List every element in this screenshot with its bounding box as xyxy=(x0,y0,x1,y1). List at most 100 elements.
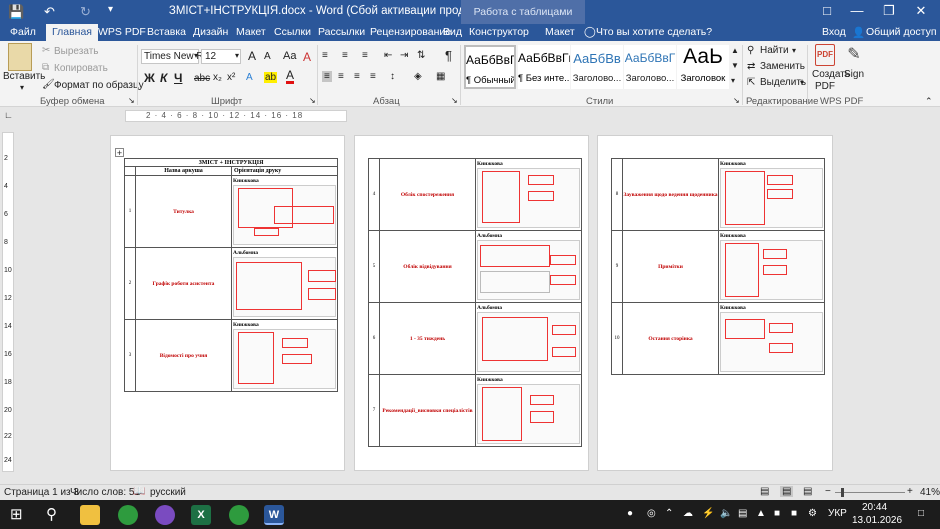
grow-font-icon[interactable]: A xyxy=(248,49,256,63)
tab-wps-pdf[interactable]: WPS PDF xyxy=(98,26,146,38)
word-icon[interactable]: W xyxy=(264,505,284,525)
find-dropdown-icon[interactable]: ▾ xyxy=(792,46,796,55)
replace-button[interactable]: Заменить xyxy=(760,61,805,72)
document-page-2[interactable]: 4 Облік спостереження Книжкова 5 Облік відв… xyxy=(354,135,589,471)
clear-format-icon[interactable]: A xyxy=(303,50,311,64)
superscript-button[interactable]: x² xyxy=(227,72,235,83)
styles-scroll-down-icon[interactable]: ▼ xyxy=(731,61,739,70)
sort-icon[interactable]: ⇅ xyxy=(417,50,425,61)
decrease-indent-icon[interactable]: ⇤ xyxy=(384,50,392,61)
format-painter-button[interactable]: Формат по образцу xyxy=(54,80,144,91)
zoom-slider-thumb[interactable] xyxy=(841,488,844,497)
tray-word-icon[interactable]: ■ xyxy=(791,508,797,519)
style-no-spacing[interactable]: АаБбВвГг, ¶ Без инте... xyxy=(518,45,570,89)
tray-nvidia-icon[interactable]: ▲ xyxy=(756,508,766,519)
network-icon[interactable]: ▤ xyxy=(738,508,747,519)
tab-insert[interactable]: Вставка xyxy=(147,26,186,38)
show-marks-icon[interactable]: ¶ xyxy=(445,48,452,63)
word-count[interactable]: Число слов: 51 xyxy=(70,487,140,498)
minimize-icon[interactable]: — xyxy=(842,3,872,18)
styles-launcher-icon[interactable]: ↘ xyxy=(733,96,740,105)
underline-button[interactable]: Ч xyxy=(174,71,182,85)
page-count[interactable]: Страница 1 из 3 xyxy=(4,487,79,498)
copy-button[interactable]: Копировать xyxy=(54,63,108,74)
tray-power-icon[interactable]: ⚡ xyxy=(702,508,714,519)
collapse-ribbon-icon[interactable]: ⌃ xyxy=(925,96,933,107)
print-layout-icon[interactable]: ▤ xyxy=(780,486,794,497)
create-pdf-icon[interactable]: PDF xyxy=(815,44,835,66)
tab-selector-icon[interactable]: ∟ xyxy=(4,110,13,120)
tab-file[interactable]: Файл xyxy=(10,26,36,38)
windows-start-icon[interactable]: ⊞ xyxy=(10,505,23,523)
style-heading-2[interactable]: АаБбВвГ Заголово... xyxy=(624,45,676,89)
ribbon-display-icon[interactable]: □ xyxy=(812,3,842,18)
style-title[interactable]: АаЬ Заголовок xyxy=(677,45,729,89)
font-color-icon[interactable]: A xyxy=(286,69,295,84)
font-size-dropdown-icon[interactable]: ▾ xyxy=(235,51,239,60)
zoom-out-button[interactable]: − xyxy=(825,486,831,497)
tab-table-design[interactable]: Конструктор xyxy=(469,26,529,38)
read-mode-icon[interactable]: ▤ xyxy=(760,486,769,497)
line-spacing-icon[interactable]: ↕ xyxy=(390,71,395,82)
change-case-icon[interactable]: Aa xyxy=(283,50,296,62)
share-button[interactable]: Общий доступ xyxy=(866,26,937,38)
create-pdf-button[interactable]: Создать PDF xyxy=(812,69,850,93)
paragraph-launcher-icon[interactable]: ↘ xyxy=(451,96,458,105)
tab-design[interactable]: Дизайн xyxy=(193,26,228,38)
cut-icon[interactable]: ✂ xyxy=(42,45,50,56)
viber-icon[interactable] xyxy=(155,505,175,525)
multilevel-list-icon[interactable]: ≡ xyxy=(362,50,368,61)
subscript-button[interactable]: x₂ xyxy=(213,72,222,83)
chrome-profile-icon[interactable] xyxy=(229,505,249,525)
language-indicator[interactable]: русский xyxy=(150,487,186,498)
chrome-icon[interactable] xyxy=(118,505,138,525)
styles-more-icon[interactable]: ▾ xyxy=(731,76,735,85)
zoom-in-button[interactable]: + xyxy=(907,486,913,497)
excel-icon[interactable]: X xyxy=(191,505,211,525)
document-page-3[interactable]: 8 Зауваження щодо ведення щоденника Книжко… xyxy=(597,135,833,471)
volume-icon[interactable]: 🔈 xyxy=(720,508,732,519)
format-painter-icon[interactable]: 🖌 xyxy=(42,79,55,90)
italic-button[interactable]: К xyxy=(160,71,167,85)
strikethrough-button[interactable]: abc xyxy=(194,73,210,84)
bullets-icon[interactable]: ≡ xyxy=(322,50,328,61)
font-launcher-icon[interactable]: ↘ xyxy=(309,96,316,105)
close-icon[interactable]: ✕ xyxy=(906,3,936,19)
show-hidden-icons[interactable]: ⌃ xyxy=(665,508,673,519)
tab-review[interactable]: Рецензирование xyxy=(370,26,451,38)
input-language[interactable]: УКР xyxy=(828,508,847,519)
justify-icon[interactable]: ≡ xyxy=(370,71,376,82)
zoom-slider[interactable] xyxy=(835,492,905,493)
paste-dropdown-icon[interactable]: ▾ xyxy=(20,83,24,92)
toc-table-continued[interactable]: 4 Облік спостереження Книжкова 5 Облік відв… xyxy=(368,158,582,447)
sign-icon[interactable]: ✎ xyxy=(845,44,863,66)
borders-icon[interactable]: ▦ xyxy=(436,71,445,82)
align-center-icon[interactable]: ≡ xyxy=(338,71,344,82)
proofing-icon[interactable]: 📖 xyxy=(133,486,145,497)
tab-references[interactable]: Ссылки xyxy=(274,26,311,38)
tray-excel-icon[interactable]: ■ xyxy=(774,508,780,519)
copy-icon[interactable]: ⧉ xyxy=(42,62,49,73)
tab-mailings[interactable]: Рассылки xyxy=(318,26,365,38)
sign-button[interactable]: Sign xyxy=(844,69,864,80)
zoom-level[interactable]: 41% xyxy=(920,487,940,498)
find-button[interactable]: Найти xyxy=(760,45,789,56)
toc-table[interactable]: ЗМІСТ + ІНСТРУКЦІЯ Назва аркуша Орієнтац… xyxy=(124,158,338,392)
styles-scroll-up-icon[interactable]: ▲ xyxy=(731,46,739,55)
cut-button[interactable]: Вырезать xyxy=(54,46,98,57)
font-name-field[interactable]: Times New R xyxy=(141,49,204,64)
signin-link[interactable]: Вход xyxy=(822,26,846,38)
tab-table-layout[interactable]: Макет xyxy=(545,26,575,38)
shrink-font-icon[interactable]: A xyxy=(264,51,271,62)
increase-indent-icon[interactable]: ⇥ xyxy=(400,50,408,61)
shading-icon[interactable]: ◈ xyxy=(414,71,422,82)
file-explorer-icon[interactable] xyxy=(80,505,100,525)
find-icon[interactable]: ⚲ xyxy=(747,45,754,56)
highlight-icon[interactable]: ab xyxy=(264,72,278,83)
tab-view[interactable]: Вид xyxy=(443,26,462,38)
document-page-1[interactable]: + ЗМІСТ + ІНСТРУКЦІЯ Назва аркуша Орієнт… xyxy=(110,135,345,471)
paste-icon[interactable] xyxy=(8,43,32,71)
style-heading-1[interactable]: АаБбВв Заголово... xyxy=(571,45,623,89)
share-icon[interactable]: 👤 xyxy=(852,26,865,39)
select-icon[interactable]: ⇱ xyxy=(747,77,755,88)
